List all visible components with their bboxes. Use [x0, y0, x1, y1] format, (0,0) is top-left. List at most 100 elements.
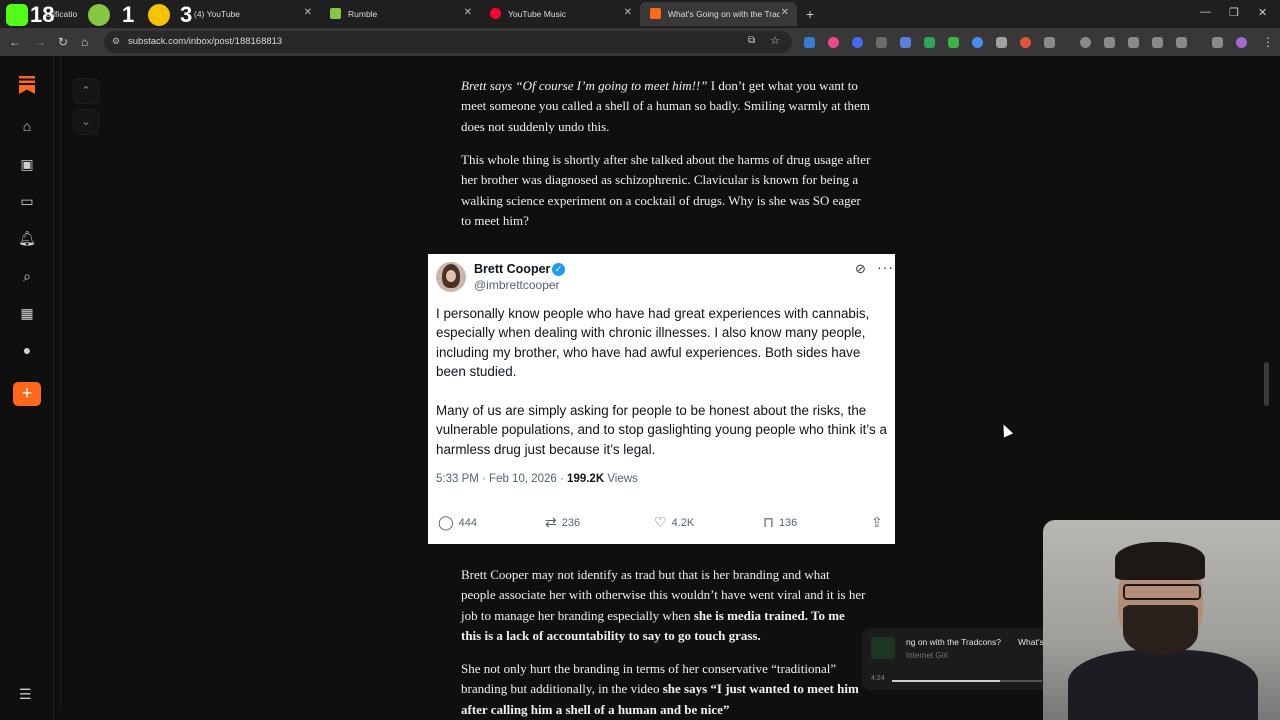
reply-button[interactable]: ◯ 444	[438, 514, 477, 531]
downloads-icon[interactable]	[1212, 37, 1223, 48]
reload-icon[interactable]: ↻	[58, 35, 68, 49]
mouse-cursor	[998, 422, 1014, 438]
close-icon[interactable]: ✕	[464, 7, 472, 18]
close-icon[interactable]: ✕	[781, 7, 789, 18]
extensions-puzzle-icon[interactable]	[1044, 37, 1055, 48]
extension-icon[interactable]	[1020, 37, 1031, 48]
bookmark-star-icon[interactable]: ☆	[770, 34, 780, 47]
tweet-author-handle[interactable]: @imbrettcooper	[474, 278, 560, 292]
profile-avatar-icon[interactable]	[1236, 37, 1247, 48]
home-icon[interactable]: ⌂	[18, 118, 36, 136]
search-icon[interactable]: ⌕	[18, 268, 36, 286]
extension-icon[interactable]	[996, 37, 1007, 48]
article-paragraph: She not only hurt the branding in terms …	[461, 659, 861, 720]
rumble-play-icon	[88, 4, 110, 26]
tab-notifications[interactable]: otificatio	[30, 2, 88, 26]
site-info-icon[interactable]: ⚙	[112, 36, 120, 47]
embedded-tweet[interactable]: Brett Cooper ✓ @imbrettcooper ⊘ ··· I pe…	[428, 254, 895, 544]
extension-icon[interactable]	[876, 37, 887, 48]
home-icon[interactable]: ⌂	[81, 35, 88, 49]
track-title-next: What's	[1018, 637, 1044, 647]
tab-label: YouTube Music	[508, 9, 566, 19]
like-count: 4.2K	[671, 516, 695, 529]
kick-icon	[6, 4, 28, 26]
bookmark-icon: ⊓	[763, 514, 774, 530]
person-hair	[1115, 542, 1205, 580]
install-app-icon[interactable]: ⧉	[748, 35, 755, 46]
tab-youtube[interactable]: (4) YouTube ✕	[170, 2, 320, 26]
previous-post-button[interactable]: ⌃	[73, 78, 99, 104]
tweet-paragraph: I personally know people who have had gr…	[436, 306, 870, 380]
forward-icon[interactable]: →	[34, 35, 46, 49]
minimize-button[interactable]: —	[1200, 6, 1211, 18]
restore-button[interactable]: ❐	[1229, 6, 1239, 19]
next-post-button[interactable]: ⌄	[73, 109, 99, 135]
profile-avatar[interactable]: ●	[18, 342, 36, 360]
track-progress-fill	[892, 680, 1000, 682]
robot-icon	[148, 4, 170, 26]
reading-list-icon[interactable]	[1176, 37, 1187, 48]
track-title: ng on with the Tradcons?	[906, 637, 1001, 647]
bookmark-count: 136	[778, 516, 798, 529]
tweet-author-name[interactable]: Brett Cooper	[474, 262, 550, 276]
tab-substack-post[interactable]: What's Going on with the Trad ✕	[640, 2, 797, 26]
close-window-button[interactable]: ✕	[1258, 6, 1267, 19]
devtools-icon[interactable]	[1128, 37, 1139, 48]
inbox-icon[interactable]: ▣	[18, 156, 36, 174]
browser-toolbar: ← → ↻ ⌂ ⚙ substack.com/inbox/post/188168…	[0, 28, 1280, 56]
grok-icon[interactable]: ⊘	[855, 261, 866, 277]
track-artist: Internet Girl	[906, 651, 948, 660]
rumble-icon	[330, 8, 341, 19]
more-options-icon[interactable]: ···	[877, 259, 894, 275]
webcam-overlay	[1043, 520, 1280, 720]
close-icon[interactable]: ✕	[304, 7, 312, 18]
chat-icon[interactable]: ▭	[18, 193, 36, 211]
address-bar[interactable]: ⚙ substack.com/inbox/post/188168813 ⧉ ☆	[104, 31, 792, 53]
browser-menu-icon[interactable]: ⋮	[1262, 35, 1274, 49]
divider	[60, 56, 61, 708]
extension-icon[interactable]	[972, 37, 983, 48]
bookmark-button[interactable]: ⊓ 136	[763, 514, 797, 531]
tweet-avatar[interactable]	[436, 262, 466, 292]
substack-logo-icon[interactable]	[19, 76, 35, 94]
page-scrollbar[interactable]	[1264, 362, 1269, 406]
dashboard-icon[interactable]: ▦	[18, 305, 36, 323]
tab-rumble[interactable]: Rumble ✕	[320, 2, 480, 26]
tab-youtube-music[interactable]: YouTube Music ✕	[480, 2, 640, 26]
tab-label: otificatio	[46, 9, 78, 19]
extension-icon[interactable]	[900, 37, 911, 48]
view-count: 199.2K	[567, 473, 605, 485]
back-icon[interactable]: ←	[9, 35, 21, 49]
tweet-time: 5:33 PM · Feb 10, 2026 ·	[436, 473, 568, 485]
quote-text: Brett says “Of course I’m going to meet …	[461, 78, 708, 93]
extension-icon[interactable]	[804, 37, 815, 48]
tweet-timestamp[interactable]: 5:33 PM · Feb 10, 2026 · 199.2K Views	[436, 473, 638, 485]
close-icon[interactable]: ✕	[624, 7, 632, 18]
reply-icon: ◯	[438, 514, 454, 530]
repost-button[interactable]: ⇄ 236	[545, 514, 580, 531]
track-time: 4:24	[871, 675, 885, 682]
like-button[interactable]: ♡ 4.2K	[654, 514, 694, 531]
share-icon: ⇪	[871, 514, 883, 530]
new-tab-button[interactable]: +	[806, 6, 814, 22]
url-text: substack.com/inbox/post/188168813	[128, 36, 283, 47]
extension-icon[interactable]	[924, 37, 935, 48]
heart-icon: ♡	[654, 514, 667, 530]
track-progress-bar[interactable]	[892, 680, 1042, 682]
verified-badge-icon: ✓	[552, 263, 565, 276]
substack-icon	[650, 8, 661, 19]
create-post-button[interactable]: +	[13, 382, 41, 406]
screenshot-icon[interactable]	[1104, 37, 1115, 48]
extension-icon[interactable]	[828, 37, 839, 48]
youtube-music-icon	[490, 8, 501, 19]
youtube-music-miniplayer[interactable]: ng on with the Tradcons? What's Internet…	[862, 628, 1044, 690]
paragraph-text: This whole thing is shortly after she ta…	[461, 152, 871, 228]
extension-icon[interactable]	[948, 37, 959, 48]
bell-icon[interactable]: 🔔︎	[18, 230, 36, 248]
menu-icon[interactable]: ☰	[19, 686, 32, 703]
history-icon[interactable]	[1080, 37, 1091, 48]
sidepanel-icon[interactable]	[1152, 37, 1163, 48]
person-glasses	[1123, 584, 1201, 600]
share-button[interactable]: ⇪	[871, 514, 883, 531]
extension-icon[interactable]	[852, 37, 863, 48]
